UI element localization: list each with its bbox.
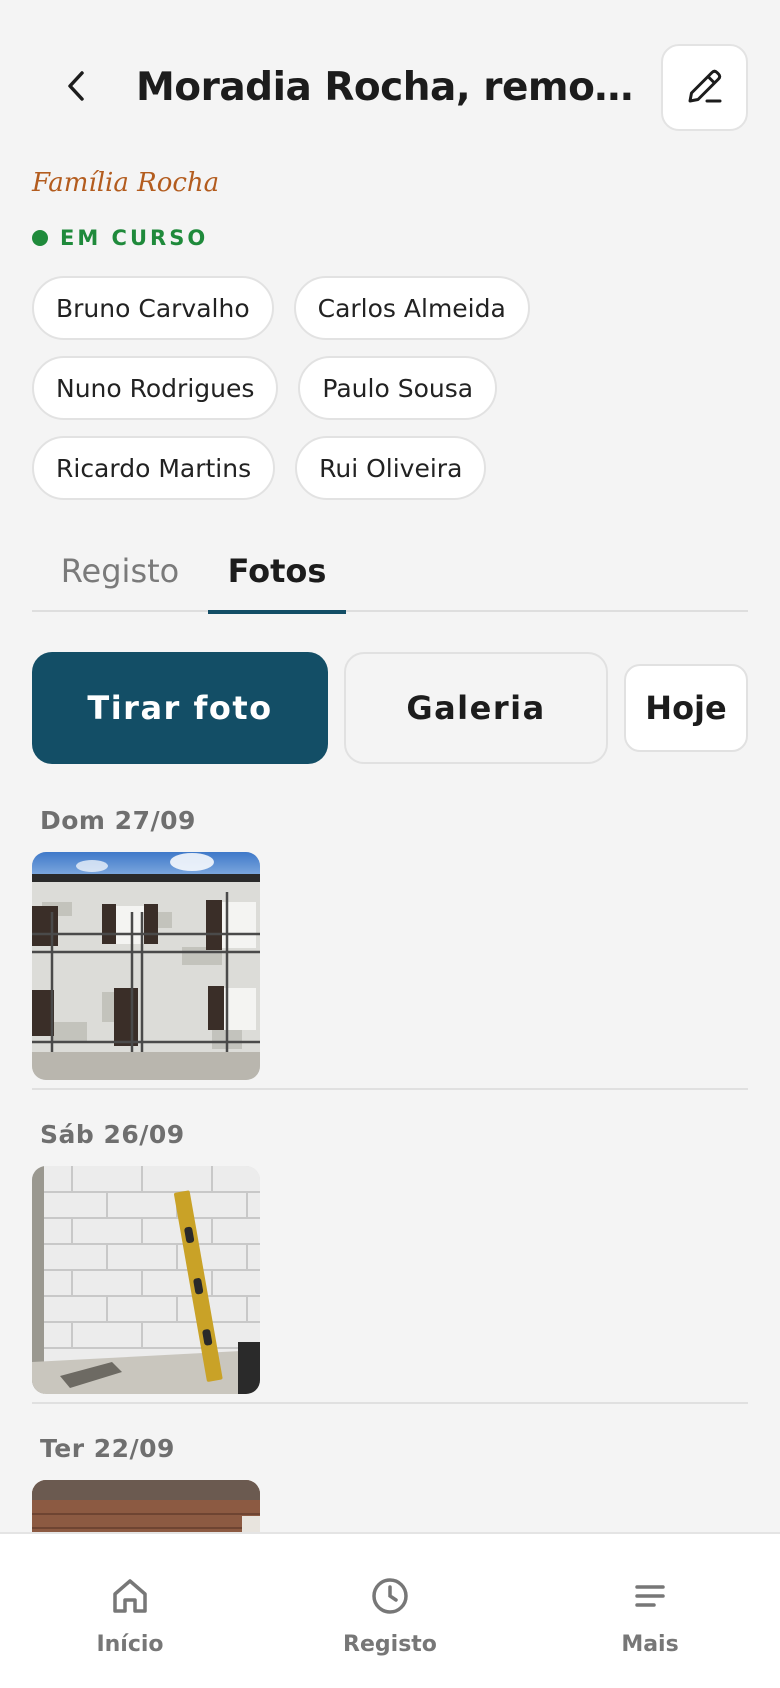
nav-label: Início <box>96 1632 164 1657</box>
nav-label: Mais <box>621 1632 679 1657</box>
team-chip[interactable]: Nuno Rodrigues <box>32 356 279 420</box>
nav-registo[interactable]: Registo <box>260 1534 520 1688</box>
menu-icon <box>630 1574 670 1618</box>
nav-inicio[interactable]: Início <box>0 1534 260 1688</box>
status-dot <box>32 230 48 246</box>
status-badge: EM CURSO <box>32 226 208 250</box>
pencil-icon <box>685 66 725 110</box>
page-title: Moradia Rocha, remodela… <box>136 65 648 110</box>
nav-label: Registo <box>343 1632 437 1657</box>
team-chips: Bruno Carvalho Carlos Almeida Nuno Rodri… <box>32 276 752 500</box>
chevron-left-icon <box>64 69 88 107</box>
today-button[interactable]: Hoje <box>624 664 748 752</box>
photo-group-date: Dom 27/09 <box>40 806 196 835</box>
home-icon <box>110 1574 150 1618</box>
team-chip[interactable]: Bruno Carvalho <box>32 276 274 340</box>
photo-thumbnail[interactable] <box>32 1166 260 1394</box>
project-detail-screen: Moradia Rocha, remodela… Família Rocha E… <box>0 0 780 1688</box>
team-chip[interactable]: Carlos Almeida <box>293 276 530 340</box>
photo-group-date: Ter 22/09 <box>40 1434 175 1463</box>
nav-mais[interactable]: Mais <box>520 1534 780 1688</box>
group-divider <box>32 1402 748 1404</box>
photo-group-date: Sáb 26/09 <box>40 1120 185 1149</box>
clock-icon <box>370 1574 410 1618</box>
tab-fotos[interactable]: Fotos <box>208 530 346 614</box>
tab-registo[interactable]: Registo <box>32 530 208 612</box>
team-chip[interactable]: Paulo Sousa <box>298 356 498 420</box>
edit-button[interactable] <box>661 44 748 131</box>
back-button[interactable] <box>44 52 108 124</box>
status-label: EM CURSO <box>60 226 209 250</box>
gallery-button[interactable]: Galeria <box>344 652 608 764</box>
tiles-photo <box>32 1166 260 1394</box>
photo-thumbnail[interactable] <box>32 852 260 1080</box>
group-divider <box>32 1088 748 1090</box>
tab-bar: Registo Fotos <box>32 530 748 614</box>
building-photo <box>32 852 260 1080</box>
team-chip[interactable]: Rui Oliveira <box>295 436 487 500</box>
client-name: Família Rocha <box>32 168 220 198</box>
take-photo-button[interactable]: Tirar foto <box>32 652 328 764</box>
bottom-navigation: Início Registo Mais <box>0 1532 780 1688</box>
team-chip[interactable]: Ricardo Martins <box>32 436 276 500</box>
